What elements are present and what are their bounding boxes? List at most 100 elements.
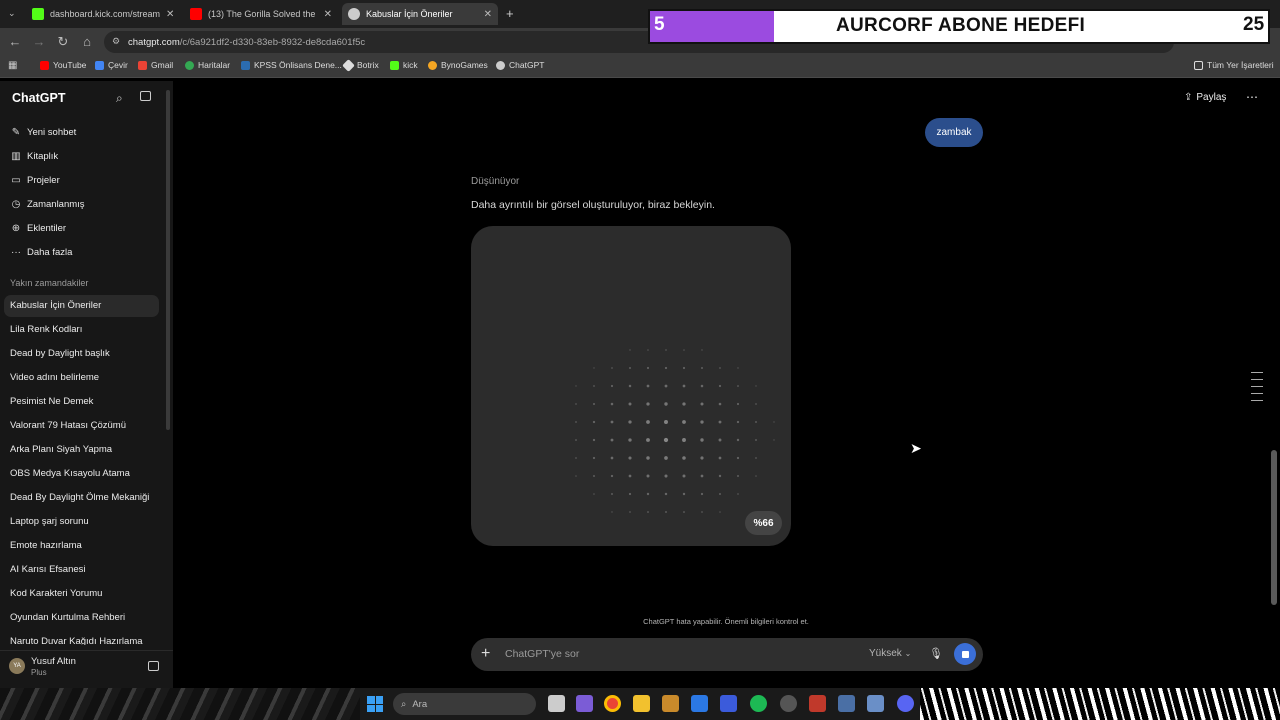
avatar[interactable]: YA: [9, 658, 25, 674]
conversation-item[interactable]: Kod Karakteri Yorumu: [10, 588, 102, 599]
prompt-input[interactable]: ChatGPT'ye sor: [505, 648, 579, 660]
nav-new-chat[interactable]: ✎ Yeni sohbet: [10, 127, 77, 138]
chevron-down-icon: ⌄: [904, 649, 912, 658]
conversation-item[interactable]: Video adını belirleme: [10, 372, 99, 383]
recent-heading: Yakın zamandakiler: [10, 278, 89, 288]
conversation-item[interactable]: Dead by Daylight başlık: [10, 348, 110, 359]
thinking-label[interactable]: Düşünüyor: [471, 176, 519, 187]
folder-icon: ▭: [11, 175, 21, 186]
conversation-item[interactable]: Valorant 79 Hatası Çözümü: [10, 420, 126, 431]
copilot-icon[interactable]: [576, 695, 593, 712]
chrome-icon[interactable]: [604, 695, 621, 712]
all-bookmarks-folder[interactable]: Tüm Yer İşaretleri: [1194, 60, 1274, 70]
conversation-item[interactable]: Dead By Daylight Ölme Mekaniği: [10, 492, 149, 503]
sidebar-toggle-icon[interactable]: [140, 91, 151, 101]
file-explorer-icon[interactable]: [633, 695, 650, 712]
bookmark-label: Gmail: [151, 60, 174, 70]
bookmark-label: Tüm Yer İşaretleri: [1207, 60, 1274, 70]
bookmark-label: KPSS Önlisans Dene...: [254, 60, 342, 70]
apps-grid-icon[interactable]: ▦: [8, 60, 17, 71]
tab-list-chevron-icon[interactable]: ⌄: [8, 8, 16, 19]
chatgpt-logo[interactable]: ChatGPT: [12, 91, 65, 105]
overlay-progress-fill: [650, 11, 774, 42]
close-tab-icon[interactable]: ✕: [484, 9, 492, 20]
bookmark-chatgpt[interactable]: ChatGPT: [496, 60, 544, 70]
spotify-icon[interactable]: [750, 695, 767, 712]
browser-tab[interactable]: (13) The Gorilla Solved the Puzz ✕: [184, 3, 338, 25]
overlay-title: AURCORF ABONE HEDEFI: [836, 15, 1086, 36]
app-icon[interactable]: [720, 695, 737, 712]
nav-scheduled[interactable]: ◷ Zamanlanmış: [10, 199, 85, 210]
stop-generation-button[interactable]: [954, 643, 976, 665]
nav-projects[interactable]: ▭ Projeler: [10, 175, 60, 186]
browser-tab-active[interactable]: Kabuslar İçin Öneriler ✕: [342, 3, 498, 25]
bookmark-label: BynoGames: [441, 60, 488, 70]
close-tab-icon[interactable]: ✕: [166, 9, 174, 20]
bookmark-kick[interactable]: kick: [390, 60, 418, 70]
more-options-icon[interactable]: ⋯: [1246, 90, 1258, 104]
game-icon[interactable]: [809, 695, 826, 712]
bookmark-haritalar[interactable]: Haritalar: [185, 60, 230, 70]
gift-icon[interactable]: [148, 661, 159, 671]
home-icon[interactable]: ⌂: [78, 34, 96, 49]
conversation-item[interactable]: Naruto Duvar Kağıdı Hazırlama: [10, 636, 143, 645]
close-tab-icon[interactable]: ✕: [324, 9, 332, 20]
bookmark-label: YouTube: [53, 60, 87, 70]
conversation-item[interactable]: Arka Planı Siyah Yapma: [10, 444, 112, 455]
new-tab-button[interactable]: +: [506, 6, 514, 21]
youtube-favicon-icon: [190, 8, 202, 20]
message-navigator[interactable]: [1251, 372, 1263, 407]
edit-icon: ✎: [11, 127, 21, 138]
conversation-item[interactable]: Oyundan Kurtulma Rehberi: [10, 612, 125, 623]
quality-selector[interactable]: Yüksek ⌄: [869, 648, 911, 659]
search-icon[interactable]: ⌕: [116, 91, 123, 106]
nav-library[interactable]: ▥ Kitaplık: [10, 151, 58, 162]
nav-more[interactable]: ··· Daha fazla: [10, 247, 72, 258]
disclaimer: ChatGPT hata yapabilir. Önemli bilgileri…: [643, 617, 809, 626]
conversation-item[interactable]: Lila Renk Kodları: [10, 324, 82, 335]
conversation-item[interactable]: AI Karısı Efsanesi: [10, 564, 86, 575]
site-info-icon[interactable]: ⚙: [112, 36, 120, 47]
nav-plugins[interactable]: ⊕ Eklentiler: [10, 223, 66, 234]
clock-icon: ◷: [11, 199, 21, 210]
bookmark-youtube[interactable]: YouTube: [40, 60, 86, 70]
obs-icon[interactable]: [780, 695, 797, 712]
media-player-icon[interactable]: [662, 695, 679, 712]
tab-title: (13) The Gorilla Solved the Puzz: [208, 9, 318, 19]
reload-icon[interactable]: ↻: [54, 34, 72, 50]
nav-label: Zamanlanmış: [27, 199, 85, 210]
more-dots-icon: ···: [11, 247, 21, 258]
maps-pin-icon: [185, 60, 194, 70]
back-icon[interactable]: ←: [6, 34, 24, 49]
bookmark-botrix[interactable]: Botrix: [342, 58, 379, 72]
share-button[interactable]: ⇪ Paylaş: [1184, 92, 1226, 103]
app-icon[interactable]: [867, 695, 884, 712]
task-view-icon[interactable]: [548, 695, 565, 712]
microphone-icon[interactable]: 🎙: [929, 647, 943, 660]
windows-start-icon[interactable]: [367, 696, 383, 712]
conversation-item[interactable]: Pesimist Ne Demek: [10, 396, 93, 407]
gmail-icon: [138, 60, 147, 70]
folder-icon: [1194, 60, 1203, 70]
bookmark-bynogames[interactable]: BynoGames: [428, 60, 488, 70]
conversation-item-active[interactable]: Kabuslar İçin Öneriler: [10, 300, 101, 311]
conversation-item[interactable]: Laptop şarj sorunu: [10, 516, 89, 527]
bookmark-gmail[interactable]: Gmail: [138, 60, 173, 70]
main-scrollbar[interactable]: [1271, 450, 1277, 605]
conversation-item[interactable]: Emote hazırlama: [10, 540, 82, 551]
add-attachment-icon[interactable]: +: [481, 645, 490, 663]
sidebar-scrollbar[interactable]: [166, 90, 170, 430]
forward-icon[interactable]: →: [30, 34, 48, 49]
conversation-item[interactable]: OBS Medya Kısayolu Atama: [10, 468, 130, 479]
bookmark-kpss[interactable]: KPSS Önlisans Dene...: [241, 60, 342, 70]
wallpaper-strip: [920, 688, 1280, 720]
discord-icon[interactable]: [897, 695, 914, 712]
app-icon[interactable]: [838, 695, 855, 712]
nav-label: Kitaplık: [27, 151, 59, 162]
bookmark-cevir[interactable]: Çevir: [95, 60, 128, 70]
stop-icon: [961, 650, 969, 658]
nav-label: Projeler: [27, 175, 60, 186]
taskbar-search[interactable]: ⌕ Ara: [393, 693, 536, 715]
browser-tab[interactable]: dashboard.kick.com/stream ✕: [26, 3, 180, 25]
store-icon[interactable]: [691, 695, 708, 712]
